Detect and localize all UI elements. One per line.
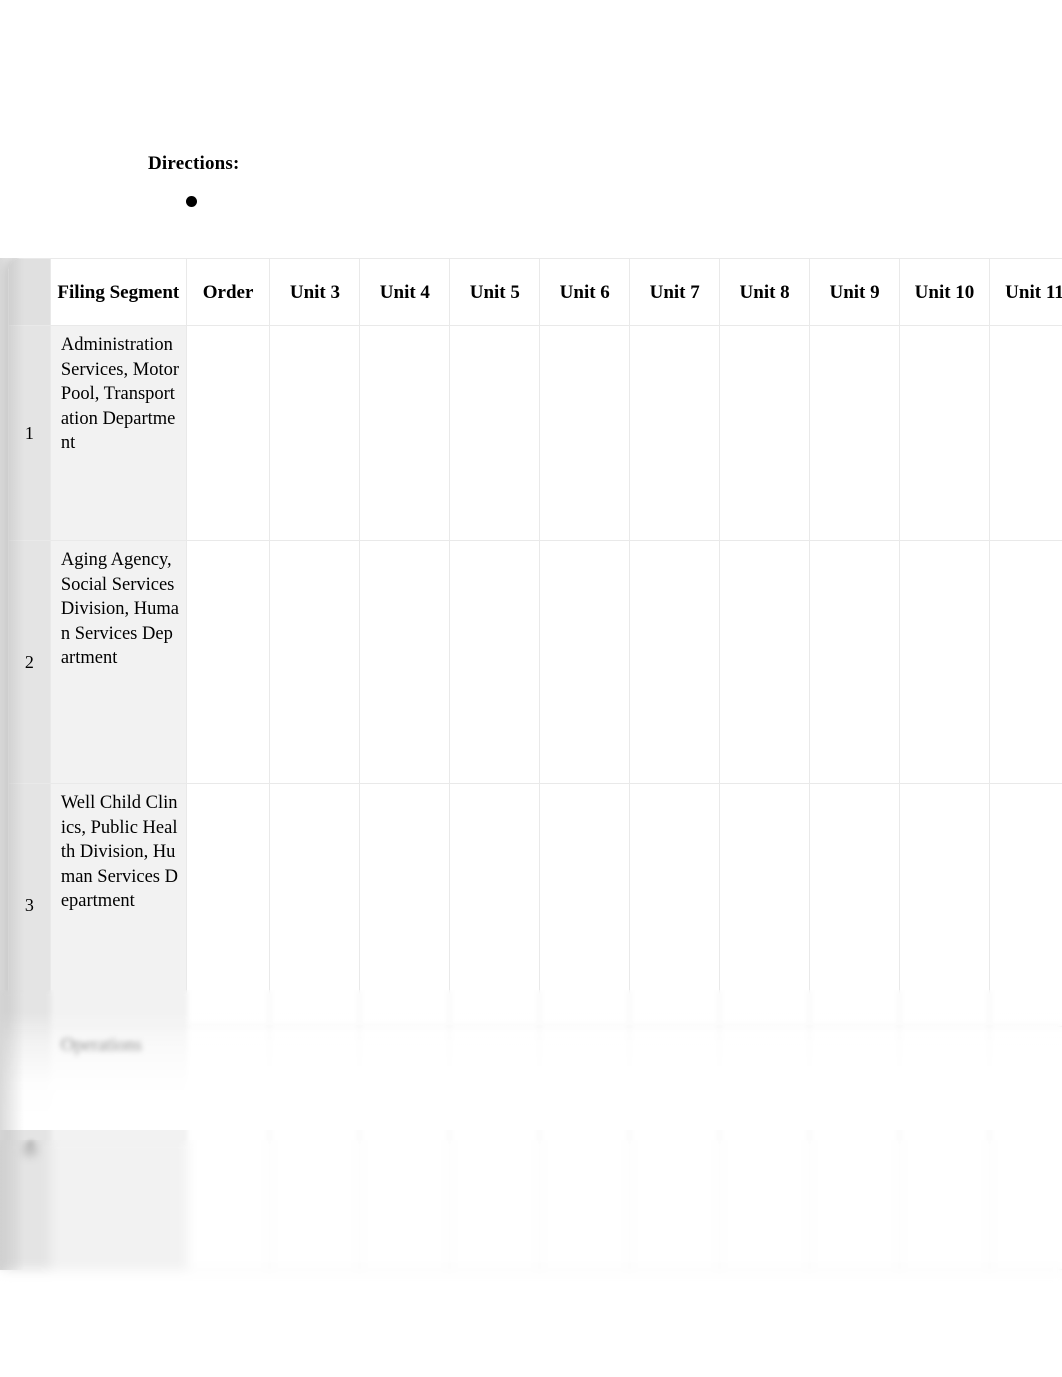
row-number-cell: 3 [8,783,51,1027]
order-cell[interactable] [185,1026,271,1270]
unit-4-cell[interactable] [359,1026,451,1270]
header-unit-8[interactable]: Unit 8 [719,258,811,326]
directions-title: Directions: [148,153,240,174]
unit-8-cell[interactable] [719,783,811,1027]
table-row: 3 Well Child Clinics, Public Health Divi… [8,783,1062,1027]
unit-5-cell[interactable] [449,1269,541,1270]
header-unit-7[interactable]: Unit 7 [629,258,721,326]
unit-4-cell[interactable] [359,783,451,1027]
filing-segment-cell [49,1269,187,1270]
unit-7-cell[interactable] [629,783,721,1027]
header-unit-11[interactable]: Unit 11 [988,258,1062,326]
unit-5-cell[interactable] [449,783,541,1027]
row-number-cell: 4 [8,1026,51,1270]
worksheet-sheet: Filing Segment Order Unit 3 Unit 4 Unit … [8,258,1062,1270]
filing-segment-cell: Operations [49,1026,187,1270]
order-cell[interactable] [185,1269,271,1270]
unit-8-cell[interactable] [719,325,811,541]
unit-11-cell[interactable] [988,540,1062,784]
filing-segment-cell: Aging Agency, Social Services Division, … [49,540,187,784]
row-number-cell [8,1269,51,1270]
unit-4-cell[interactable] [359,325,451,541]
header-unit-10[interactable]: Unit 10 [899,258,990,326]
unit-3-cell[interactable] [269,783,361,1027]
unit-9-cell[interactable] [809,1269,901,1270]
unit-7-cell[interactable] [629,1026,721,1270]
table-row: 1 Administration Services, Motor Pool, T… [8,325,1062,541]
unit-3-cell[interactable] [269,540,361,784]
order-cell[interactable] [185,540,271,784]
worksheet-table-container: Filing Segment Order Unit 3 Unit 4 Unit … [0,258,1062,1270]
header-unit-6[interactable]: Unit 6 [539,258,631,326]
unit-4-cell[interactable] [359,1269,451,1270]
unit-5-cell[interactable] [449,325,541,541]
order-cell[interactable] [185,783,271,1027]
row-number-cell: 1 [8,325,51,541]
row-number-cell: 2 [8,540,51,784]
filing-segment-cell: Administration Services, Motor Pool, Tra… [49,325,187,541]
header-row: Filing Segment Order Unit 3 Unit 4 Unit … [8,258,1062,326]
unit-10-cell[interactable] [899,783,990,1027]
unit-3-cell[interactable] [269,325,361,541]
unit-9-cell[interactable] [809,540,901,784]
unit-7-cell[interactable] [629,540,721,784]
unit-3-cell[interactable] [269,1269,361,1270]
unit-11-cell[interactable] [988,783,1062,1027]
unit-11-cell[interactable] [988,1026,1062,1270]
unit-10-cell[interactable] [899,1026,990,1270]
unit-8-cell[interactable] [719,1026,811,1270]
table-header: Filing Segment Order Unit 3 Unit 4 Unit … [8,258,1062,326]
header-row-number [8,258,51,326]
unit-6-cell[interactable] [539,1026,631,1270]
coding-table: Filing Segment Order Unit 3 Unit 4 Unit … [8,258,1062,1270]
unit-6-cell[interactable] [539,540,631,784]
bullet-dot-icon [186,196,197,207]
unit-11-cell[interactable] [988,325,1062,541]
unit-8-cell[interactable] [719,540,811,784]
unit-10-cell[interactable] [899,1269,990,1270]
unit-9-cell[interactable] [809,325,901,541]
header-unit-4[interactable]: Unit 4 [359,258,451,326]
unit-9-cell[interactable] [809,1026,901,1270]
unit-8-cell[interactable] [719,1269,811,1270]
table-row: 4 Operations [8,1026,1062,1270]
unit-6-cell[interactable] [539,783,631,1027]
table-body: 1 Administration Services, Motor Pool, T… [8,325,1062,1270]
unit-5-cell[interactable] [449,540,541,784]
header-unit-3[interactable]: Unit 3 [269,258,361,326]
filing-segment-cell: Well Child Clinics, Public Health Divisi… [49,783,187,1027]
header-unit-5[interactable]: Unit 5 [449,258,541,326]
table-row [8,1269,1062,1270]
header-order[interactable]: Order [185,258,271,326]
unit-7-cell[interactable] [629,325,721,541]
unit-10-cell[interactable] [899,540,990,784]
unit-5-cell[interactable] [449,1026,541,1270]
unit-4-cell[interactable] [359,540,451,784]
header-unit-9[interactable]: Unit 9 [809,258,901,326]
unit-3-cell[interactable] [269,1026,361,1270]
unit-11-cell[interactable] [988,1269,1062,1270]
unit-10-cell[interactable] [899,325,990,541]
unit-6-cell[interactable] [539,325,631,541]
table-row: 2 Aging Agency, Social Services Division… [8,540,1062,784]
unit-6-cell[interactable] [539,1269,631,1270]
header-filing-segment[interactable]: Filing Segment [49,258,187,326]
order-cell[interactable] [185,325,271,541]
unit-7-cell[interactable] [629,1269,721,1270]
filing-segment-text: Operations [60,1036,143,1056]
unit-9-cell[interactable] [809,783,901,1027]
